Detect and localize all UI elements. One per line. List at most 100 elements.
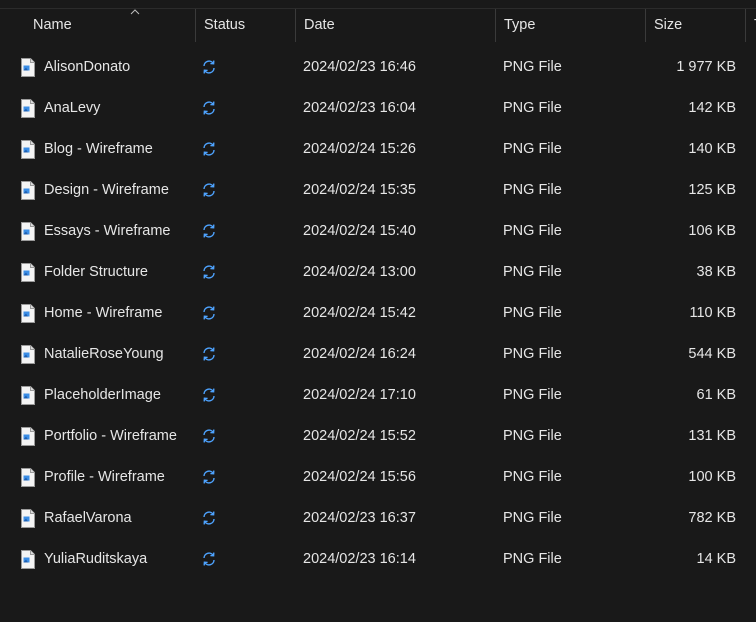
file-row[interactable]: Profile - Wireframe 2024/02/24 15:56 PNG… (0, 457, 756, 498)
file-size: 106 KB (688, 223, 736, 239)
png-file-icon (21, 468, 35, 487)
file-size: 61 KB (696, 387, 737, 403)
file-name[interactable]: Profile - Wireframe (44, 457, 165, 498)
file-type: PNG File (503, 469, 562, 485)
file-size: 1 977 KB (676, 59, 736, 75)
file-type: PNG File (503, 346, 562, 362)
file-date: 2024/02/24 15:26 (303, 141, 416, 157)
column-header-date[interactable]: Date (295, 9, 495, 42)
sync-pending-icon (203, 388, 215, 402)
file-row[interactable]: Blog - Wireframe 2024/02/24 15:26 PNG Fi… (0, 129, 756, 170)
file-name[interactable]: AnaLevy (44, 88, 100, 129)
column-header-name-label: Name (33, 17, 72, 33)
file-date: 2024/02/24 15:42 (303, 305, 416, 321)
file-size: 782 KB (688, 510, 736, 526)
file-name[interactable]: YuliaRuditskaya (44, 539, 147, 580)
png-file-icon (21, 386, 35, 405)
file-type: PNG File (503, 264, 562, 280)
file-date: 2024/02/23 16:46 (303, 59, 416, 75)
file-row[interactable]: AlisonDonato 2024/02/23 16:46 PNG File 1… (0, 47, 756, 88)
file-name[interactable]: RafaelVarona (44, 498, 132, 539)
file-size: 131 KB (688, 428, 736, 444)
sync-pending-icon (203, 470, 215, 484)
column-header-size-label: Size (654, 17, 683, 33)
file-size: 110 KB (689, 305, 737, 321)
column-header-status[interactable]: Status (195, 9, 295, 42)
file-row[interactable]: NatalieRoseYoung 2024/02/24 16:24 PNG Fi… (0, 334, 756, 375)
sync-pending-icon (203, 265, 215, 279)
file-size: 142 KB (688, 100, 736, 116)
file-name[interactable]: NatalieRoseYoung (44, 334, 164, 375)
column-header-extra[interactable]: T (745, 9, 756, 42)
file-row[interactable]: PlaceholderImage 2024/02/24 17:10 PNG Fi… (0, 375, 756, 416)
sort-ascending-icon (130, 9, 140, 15)
file-name[interactable]: Design - Wireframe (44, 170, 169, 211)
file-size: 100 KB (688, 469, 736, 485)
file-name[interactable]: Essays - Wireframe (44, 211, 171, 252)
file-name[interactable]: Folder Structure (44, 252, 148, 293)
png-file-icon (21, 99, 35, 118)
file-date: 2024/02/24 15:35 (303, 182, 416, 198)
file-size: 14 KB (696, 551, 737, 567)
sync-pending-icon (203, 60, 215, 74)
sync-pending-icon (203, 306, 215, 320)
file-row[interactable]: RafaelVarona 2024/02/23 16:37 PNG File 7… (0, 498, 756, 539)
column-header-type[interactable]: Type (495, 9, 645, 42)
file-date: 2024/02/24 16:24 (303, 346, 416, 362)
file-type: PNG File (503, 141, 562, 157)
file-row[interactable]: Portfolio - Wireframe 2024/02/24 15:52 P… (0, 416, 756, 457)
file-type: PNG File (503, 59, 562, 75)
png-file-icon (21, 58, 35, 77)
file-size: 38 KB (696, 264, 737, 280)
file-size: 125 KB (688, 182, 736, 198)
column-header-status-label: Status (204, 17, 246, 33)
column-header-size[interactable]: Size (645, 9, 745, 42)
png-file-icon (21, 509, 35, 528)
png-file-icon (21, 427, 35, 446)
sync-pending-icon (203, 429, 215, 443)
file-name[interactable]: PlaceholderImage (44, 375, 161, 416)
file-size: 544 KB (688, 346, 736, 362)
file-row[interactable]: AnaLevy 2024/02/23 16:04 PNG File 142 KB (0, 88, 756, 129)
sync-pending-icon (203, 224, 215, 238)
file-date: 2024/02/23 16:04 (303, 100, 416, 116)
file-type: PNG File (503, 305, 562, 321)
file-row[interactable]: Home - Wireframe 2024/02/24 15:42 PNG Fi… (0, 293, 756, 334)
column-header-row: Name Status Date Type Size T (0, 9, 756, 42)
file-type: PNG File (503, 428, 562, 444)
file-name[interactable]: AlisonDonato (44, 47, 130, 88)
column-header-name[interactable]: Name (25, 9, 195, 42)
file-name[interactable]: Blog - Wireframe (44, 129, 153, 170)
file-type: PNG File (503, 223, 562, 239)
file-row[interactable]: Folder Structure 2024/02/24 13:00 PNG Fi… (0, 252, 756, 293)
file-type: PNG File (503, 182, 562, 198)
sync-pending-icon (203, 142, 215, 156)
file-type: PNG File (503, 387, 562, 403)
sync-pending-icon (203, 183, 215, 197)
png-file-icon (21, 304, 35, 323)
file-row[interactable]: Essays - Wireframe 2024/02/24 15:40 PNG … (0, 211, 756, 252)
file-name[interactable]: Home - Wireframe (44, 293, 162, 334)
png-file-icon (21, 263, 35, 282)
sync-pending-icon (203, 347, 215, 361)
file-row[interactable]: Design - Wireframe 2024/02/24 15:35 PNG … (0, 170, 756, 211)
png-file-icon (21, 181, 35, 200)
sync-pending-icon (203, 552, 215, 566)
file-row[interactable]: YuliaRuditskaya 2024/02/23 16:14 PNG Fil… (0, 539, 756, 580)
file-date: 2024/02/24 15:40 (303, 223, 416, 239)
file-date: 2024/02/24 13:00 (303, 264, 416, 280)
file-type: PNG File (503, 551, 562, 567)
file-type: PNG File (503, 100, 562, 116)
file-date: 2024/02/23 16:37 (303, 510, 416, 526)
png-file-icon (21, 345, 35, 364)
png-file-icon (21, 550, 35, 569)
column-header-date-label: Date (304, 17, 335, 33)
file-date: 2024/02/24 15:52 (303, 428, 416, 444)
sync-pending-icon (203, 101, 215, 115)
png-file-icon (21, 140, 35, 159)
file-size: 140 KB (688, 141, 736, 157)
file-type: PNG File (503, 510, 562, 526)
file-date: 2024/02/23 16:14 (303, 551, 416, 567)
file-name[interactable]: Portfolio - Wireframe (44, 416, 177, 457)
file-date: 2024/02/24 17:10 (303, 387, 416, 403)
